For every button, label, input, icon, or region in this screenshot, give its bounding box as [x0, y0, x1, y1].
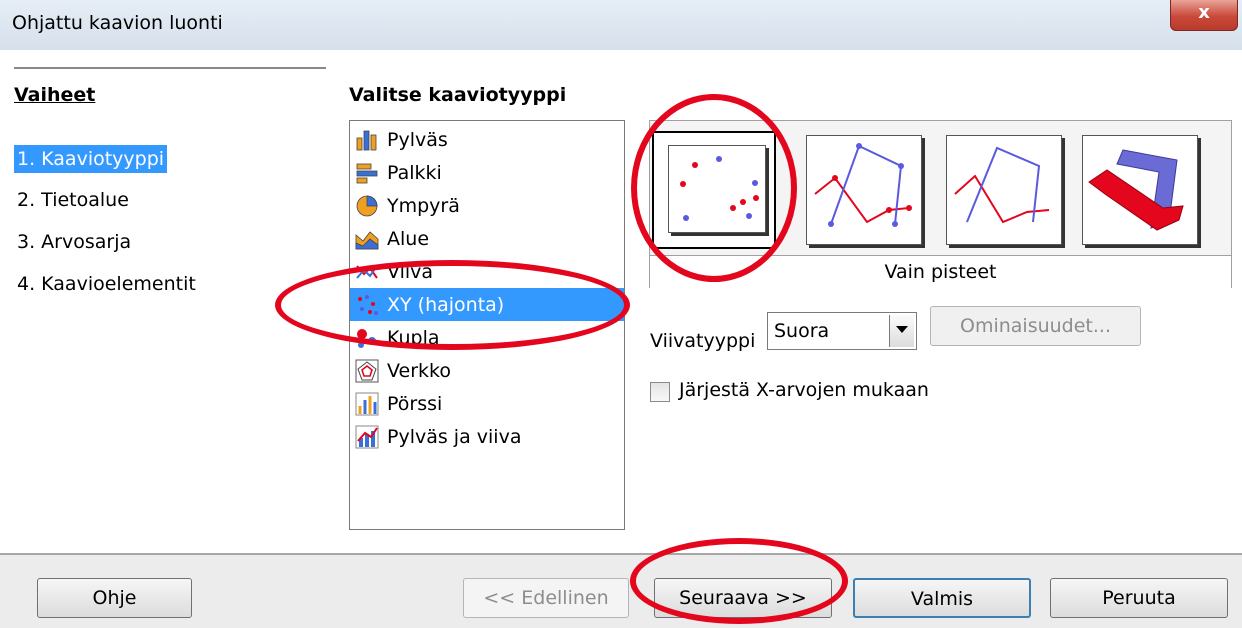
- line-type-value: Suora: [774, 320, 830, 342]
- chart-type-label: Pylväs ja viiva: [387, 426, 522, 448]
- variant-points-and-lines[interactable]: [802, 131, 926, 249]
- chart-type-net[interactable]: Verkko: [350, 354, 624, 387]
- lines-only-icon: [954, 146, 1050, 224]
- chart-type-label: Pörssi: [387, 393, 443, 415]
- step-chart-elements[interactable]: 4. Kaavioelementit: [14, 270, 199, 298]
- step-chart-type[interactable]: 1. Kaaviotyyppi: [14, 145, 168, 173]
- title-bar: Ohjattu kaavion luonti x: [0, 0, 1242, 50]
- sort-by-x-label[interactable]: Järjestä X-arvojen mukaan: [679, 379, 929, 401]
- chart-type-heading: Valitse kaaviotyyppi: [349, 84, 567, 106]
- annotation-circle-next: [630, 538, 848, 624]
- 3d-lines-icon: [1088, 149, 1184, 231]
- annotation-circle-xy: [275, 260, 630, 350]
- back-button: << Edellinen: [463, 578, 629, 618]
- sort-by-x-checkbox[interactable]: [650, 382, 670, 402]
- chart-type-label: Alue: [387, 228, 430, 250]
- steps-divider: [14, 67, 326, 69]
- chart-type-label: Palkki: [387, 162, 442, 184]
- chart-type-label: Verkko: [387, 360, 451, 382]
- chart-type-area[interactable]: Alue: [350, 222, 624, 255]
- area-chart-icon: [355, 231, 379, 250]
- chart-type-label: Pylväs: [387, 129, 448, 151]
- annotation-circle-variant: [631, 94, 797, 282]
- chart-type-column-and-line[interactable]: Pylväs ja viiva: [350, 420, 624, 453]
- variant-3d-lines[interactable]: [1078, 131, 1202, 249]
- chart-type-pie[interactable]: Ympyrä: [350, 189, 624, 222]
- steps-heading: Vaiheet: [14, 84, 96, 106]
- chevron-down-icon: [896, 326, 908, 333]
- pie-chart-icon: [356, 195, 378, 217]
- cancel-button[interactable]: Peruuta: [1050, 578, 1228, 618]
- variant-lines-only[interactable]: [942, 131, 1066, 249]
- column-chart-icon: [356, 130, 377, 151]
- close-button[interactable]: x: [1170, 0, 1238, 31]
- line-type-label: Viivatyyppi: [650, 330, 756, 352]
- step-data-range[interactable]: 2. Tietoalue: [14, 186, 132, 214]
- window-title: Ohjattu kaavion luonti: [12, 12, 223, 34]
- properties-button: Ominaisuudet...: [930, 306, 1141, 346]
- bar-chart-icon: [356, 163, 378, 184]
- dropdown-arrow-button[interactable]: [889, 315, 914, 347]
- help-button[interactable]: Ohje: [37, 578, 192, 618]
- column-and-line-icon: [355, 425, 379, 449]
- dialog-body: Vaiheet 1. Kaaviotyyppi 2. Tietoalue 3. …: [0, 50, 1242, 628]
- button-bar: Ohje << Edellinen Seuraava >> Valmis Per…: [0, 555, 1242, 628]
- close-icon: x: [1198, 2, 1210, 23]
- step-data-series[interactable]: 3. Arvosarja: [14, 228, 134, 256]
- chart-type-label: Ympyrä: [387, 195, 460, 217]
- stock-chart-icon: [355, 392, 379, 416]
- chart-type-column[interactable]: Pylväs: [350, 123, 624, 156]
- line-type-dropdown[interactable]: Suora: [767, 312, 917, 350]
- finish-button[interactable]: Valmis: [853, 578, 1031, 618]
- chart-type-stock[interactable]: Pörssi: [350, 387, 624, 420]
- net-chart-icon: [355, 359, 379, 383]
- points-and-lines-icon: [814, 143, 912, 227]
- chart-type-bar[interactable]: Palkki: [350, 156, 624, 189]
